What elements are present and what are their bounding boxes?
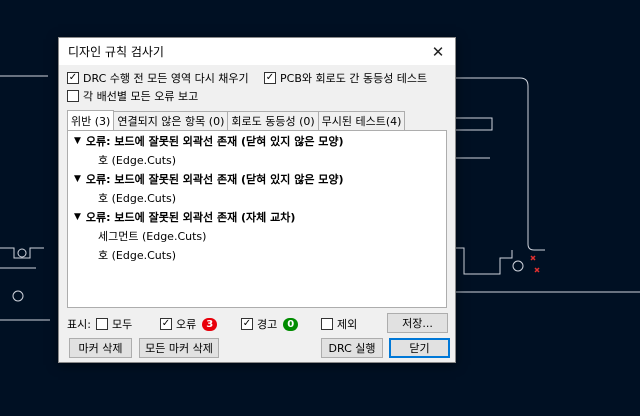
violation-item-row[interactable]: 호 (Edge.Cuts) [68, 245, 446, 264]
tab-schematic-parity[interactable]: 회로도 동등성 (0) [227, 111, 319, 130]
delete-marker-button[interactable]: 마커 삭제 [69, 338, 132, 358]
violation-row[interactable]: ▼ 오류: 보드에 잘못된 외곽선 존재 (닫혀 있지 않은 모양) [68, 131, 446, 150]
filter-excluded-checkbox[interactable] [321, 318, 333, 330]
error-count-badge: 3 [202, 317, 218, 331]
show-label: 표시: [67, 318, 91, 331]
violation-item: 호 (Edge.Cuts) [98, 153, 177, 167]
option-refill-zones[interactable]: DRC 수행 전 모든 영역 다시 채우기 [67, 70, 249, 86]
violation-title: 오류: 보드에 잘못된 외곽선 존재 (닫혀 있지 않은 모양) [85, 172, 344, 186]
filter-all-checkbox[interactable] [96, 318, 108, 330]
tab-violations[interactable]: 위반 (3) [67, 110, 115, 130]
filter-all[interactable]: 모두 [96, 316, 132, 332]
parity-test-checkbox[interactable] [264, 72, 276, 84]
violation-row[interactable]: ▼ 오류: 보드에 잘못된 외곽선 존재 (자체 교차) [68, 207, 446, 226]
violation-title: 오류: 보드에 잘못된 외곽선 존재 (자체 교차) [85, 210, 296, 224]
violation-item: 호 (Edge.Cuts) [98, 248, 177, 262]
filter-warnings[interactable]: 경고 0 [241, 316, 299, 332]
expand-triangle-icon[interactable]: ▼ [74, 174, 81, 184]
refill-zones-checkbox[interactable] [67, 72, 79, 84]
expand-triangle-icon[interactable]: ▼ [74, 212, 81, 222]
tab-ignored-tests[interactable]: 무시된 테스트(4) [317, 111, 406, 130]
report-all-errors-checkbox[interactable] [67, 90, 79, 102]
option-parity-test[interactable]: PCB와 회로도 간 동등성 테스트 [264, 70, 427, 86]
run-drc-button[interactable]: DRC 실행 [321, 338, 383, 358]
report-all-errors-label: 각 배선별 모든 오류 보고 [83, 90, 199, 103]
filter-excluded-label: 제외 [337, 318, 358, 331]
violations-list[interactable]: ▼ 오류: 보드에 잘못된 외곽선 존재 (닫혀 있지 않은 모양) 호 (Ed… [67, 130, 447, 308]
close-button[interactable]: 닫기 [389, 338, 450, 358]
violation-title: 오류: 보드에 잘못된 외곽선 존재 (닫혀 있지 않은 모양) [85, 134, 344, 148]
filter-errors-checkbox[interactable] [160, 318, 172, 330]
drc-dialog: 디자인 규칙 검사기 ✕ DRC 수행 전 모든 영역 다시 채우기 PCB와 … [58, 37, 456, 363]
violation-item: 호 (Edge.Cuts) [98, 191, 177, 205]
filter-warnings-checkbox[interactable] [241, 318, 253, 330]
tab-unconnected[interactable]: 연결되지 않은 항목 (0) [113, 111, 229, 130]
warning-count-badge: 0 [283, 317, 299, 331]
violation-item-row[interactable]: 세그먼트 (Edge.Cuts) [68, 226, 446, 245]
refill-zones-label: DRC 수행 전 모든 영역 다시 채우기 [83, 72, 249, 85]
delete-all-markers-button[interactable]: 모든 마커 삭제 [139, 338, 219, 358]
close-icon[interactable]: ✕ [429, 43, 447, 61]
filter-all-label: 모두 [112, 318, 133, 331]
dialog-titlebar[interactable]: 디자인 규칙 검사기 ✕ [59, 38, 455, 65]
violation-row[interactable]: ▼ 오류: 보드에 잘못된 외곽선 존재 (닫혀 있지 않은 모양) [68, 169, 446, 188]
filter-excluded[interactable]: 제외 [321, 316, 357, 332]
filter-errors-label: 오류 [176, 318, 197, 331]
filter-errors[interactable]: 오류 3 [160, 316, 218, 332]
expand-triangle-icon[interactable]: ▼ [74, 136, 81, 146]
dialog-title: 디자인 규칙 검사기 [68, 45, 164, 59]
parity-test-label: PCB와 회로도 간 동등성 테스트 [280, 72, 428, 85]
violation-item-row[interactable]: 호 (Edge.Cuts) [68, 188, 446, 207]
violation-item-row[interactable]: 호 (Edge.Cuts) [68, 150, 446, 169]
option-report-all-errors[interactable]: 각 배선별 모든 오류 보고 [67, 88, 198, 104]
save-button[interactable]: 저장... [387, 313, 448, 333]
filter-warnings-label: 경고 [257, 318, 278, 331]
results-tabs: 위반 (3) 연결되지 않은 항목 (0) 회로도 동등성 (0) 무시된 테스… [67, 110, 406, 130]
violation-item: 세그먼트 (Edge.Cuts) [98, 229, 207, 243]
